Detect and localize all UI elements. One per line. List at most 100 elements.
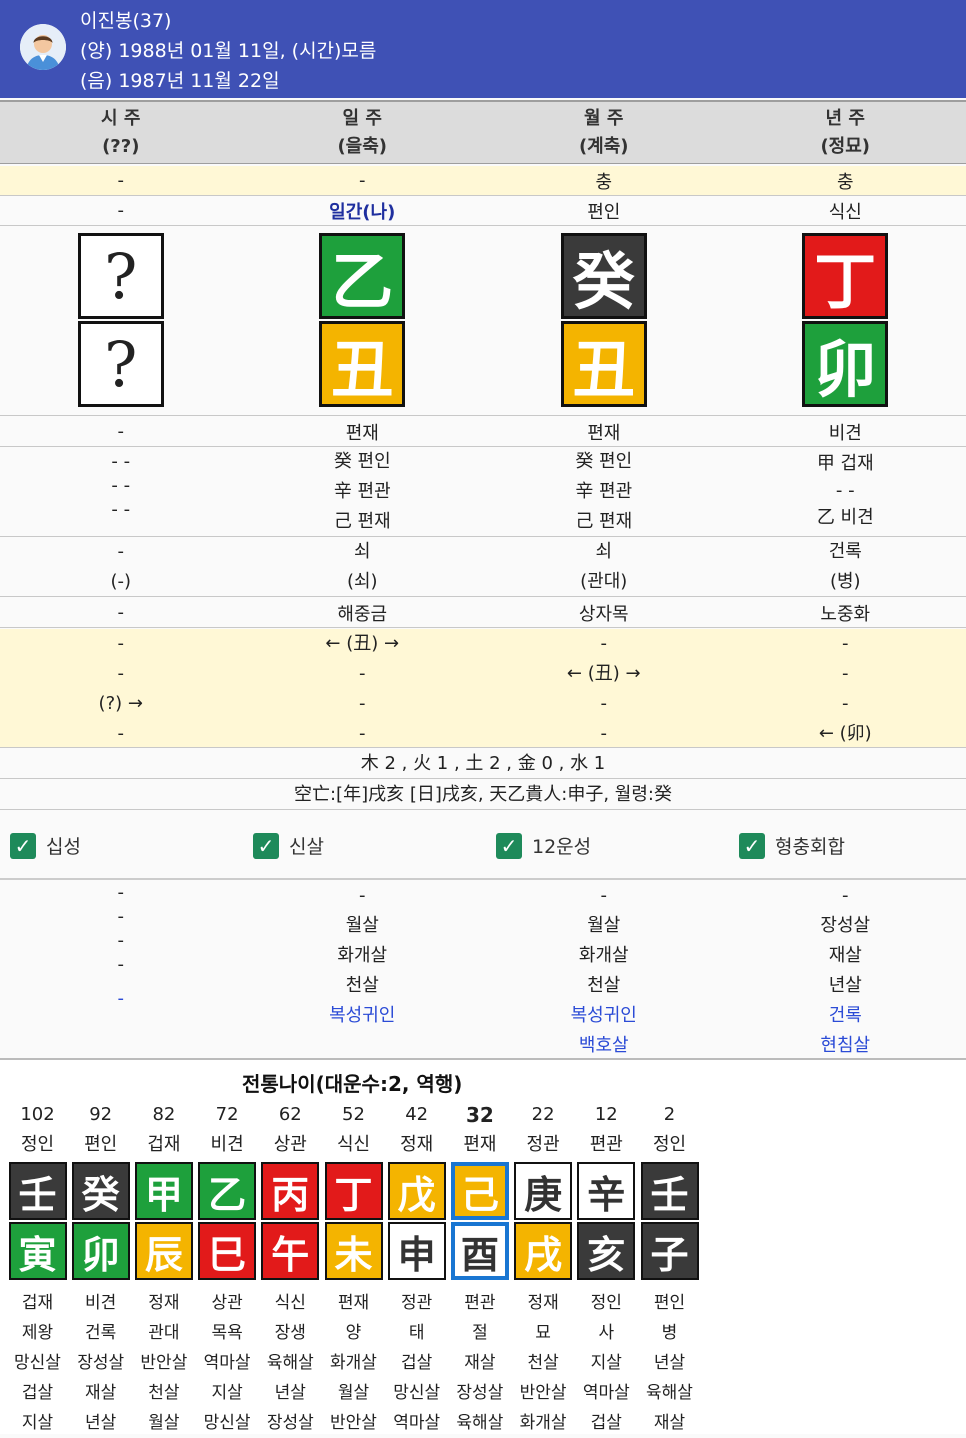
daeun-age: 32 <box>448 1100 511 1130</box>
daeun-branch-tile[interactable]: 卯 <box>72 1222 130 1280</box>
daeun-tengod-bottom: 편재 <box>322 1288 385 1318</box>
clash-row: - - 충 충 <box>0 166 966 196</box>
daeun-stem-tile[interactable]: 甲 <box>135 1162 193 1220</box>
relation-item: ← (丑) → <box>483 659 725 689</box>
daeun-age: 12 <box>575 1100 638 1130</box>
daeun-column[interactable]: 82겁재甲辰정재관대반안살천살월살 <box>132 1100 195 1438</box>
daeun-stem-tile[interactable]: 丙 <box>261 1162 319 1220</box>
daeun-column[interactable]: 52식신丁未편재양화개살월살반안살 <box>322 1100 385 1438</box>
daeun-column[interactable]: 22정관庚戌정재묘천살반안살화개살 <box>512 1100 575 1438</box>
daeun-age: 22 <box>512 1100 575 1130</box>
unseong-cell: 쇠(쇠) <box>242 537 484 596</box>
year-stem-tile[interactable]: 丁 <box>802 233 888 319</box>
pillar-sub: (??) <box>0 133 242 161</box>
relations-row: - - (?) → - ← (丑) → - - - - ← (丑) → - - … <box>0 629 966 748</box>
daeun-age: 42 <box>385 1100 448 1130</box>
daeun-stem-tile[interactable]: 辛 <box>577 1162 635 1220</box>
daeun-branch-tile[interactable]: 子 <box>641 1222 699 1280</box>
daeun-stem-tile[interactable]: 丁 <box>325 1162 383 1220</box>
daeun-stem-tile[interactable]: 壬 <box>9 1162 67 1220</box>
sinsal-item: 화개살 <box>242 941 484 971</box>
daeun-branch-tile[interactable]: 亥 <box>577 1222 635 1280</box>
unseong-value: 쇠 <box>483 537 725 567</box>
daeun-branch-tile[interactable]: 午 <box>261 1222 319 1280</box>
pillar-header[interactable]: 일 주(을축) <box>242 102 484 163</box>
daeun-column[interactable]: 102정인壬寅겁재제왕망신살겁살지살 <box>6 1100 69 1438</box>
checkbox-sinsal[interactable]: ✓신살 <box>253 832 324 859</box>
daeun-tengod-top: 정재 <box>385 1130 448 1160</box>
hidden-stems-cell: 甲 겁재 - - 乙 비견 <box>725 447 966 536</box>
checkbox-unseong[interactable]: ✓12운성 <box>496 832 591 859</box>
pillar-header[interactable]: 월 주(계축) <box>483 102 725 163</box>
unseong-sub: (쇠) <box>242 567 484 597</box>
daeun-column[interactable]: 32편재己酉편관절재살장성살육해살 <box>448 1100 511 1438</box>
tengod-cell: 편재 <box>483 417 725 446</box>
daeun-title: 전통나이(대운수:2, 역행) <box>242 1068 462 1097</box>
hour-branch-tile[interactable]: ? <box>78 321 164 407</box>
hidden-stem: 乙 비견 <box>725 504 966 531</box>
relation-item: - <box>483 719 725 749</box>
day-stem-tile[interactable]: 乙 <box>319 233 405 319</box>
daeun-branch-tile[interactable]: 巳 <box>198 1222 256 1280</box>
daeun-branch-tile[interactable]: 申 <box>388 1222 446 1280</box>
daeun-column[interactable]: 92편인癸卯비견건록장성살재살년살 <box>69 1100 132 1438</box>
sinsal-item: - <box>0 929 242 953</box>
sinsal-item: 장성살 <box>725 911 966 941</box>
pillar-title: 년 주 <box>725 105 966 133</box>
hour-stem-tile[interactable]: ? <box>78 233 164 319</box>
checkbox-relations[interactable]: ✓형충회합 <box>739 832 845 859</box>
daeun-tengod-bottom: 편인 <box>638 1288 701 1318</box>
pillar-sub: (을축) <box>242 133 484 161</box>
relations-cell: - - (?) → - <box>0 629 242 747</box>
unseong-sub: (-) <box>0 567 242 597</box>
daeun-column[interactable]: 2정인壬子편인병년살육해살재살 <box>638 1100 701 1438</box>
tengod-cell: 비견 <box>725 417 966 446</box>
daeun-branch-tile[interactable]: 戌 <box>514 1222 572 1280</box>
daeun-stem-tile[interactable]: 己 <box>451 1162 509 1220</box>
daeun-stem-tile[interactable]: 乙 <box>198 1162 256 1220</box>
daeun-branch-tile[interactable]: 未 <box>325 1222 383 1280</box>
daeun-stem-tile[interactable]: 戊 <box>388 1162 446 1220</box>
checkbox-sipseong[interactable]: ✓십성 <box>10 832 81 859</box>
daeun-branch-tile[interactable]: 辰 <box>135 1222 193 1280</box>
pillar-sub: (계축) <box>483 133 725 161</box>
tengod-cell: 편인 <box>483 196 725 225</box>
daeun-branch-tile[interactable]: 寅 <box>9 1222 67 1280</box>
relation-item: (?) → <box>0 689 242 719</box>
daeun-tengod-top: 상관 <box>259 1130 322 1160</box>
daeun-stem-tile[interactable]: 癸 <box>72 1162 130 1220</box>
hidden-stem: - - <box>0 450 242 474</box>
relation-item: - <box>242 659 484 689</box>
daeun-column[interactable]: 12편관辛亥정인사지살역마살겁살 <box>575 1100 638 1438</box>
month-stem-tile[interactable]: 癸 <box>561 233 647 319</box>
daeun-column[interactable]: 72비견乙巳상관목욕역마살지살망신살 <box>196 1100 259 1438</box>
checkbox-label: 십성 <box>46 832 81 859</box>
napeum-row: - 해중금 상자목 노중화 <box>0 598 966 628</box>
daeun-sinsal: 육해살 <box>259 1348 322 1378</box>
daeun-tengod-bottom: 상관 <box>196 1288 259 1318</box>
daeun-branch-tile[interactable]: 酉 <box>451 1222 509 1280</box>
daeun-tengod-bottom: 편관 <box>448 1288 511 1318</box>
pillar-header[interactable]: 년 주(정묘) <box>725 102 966 163</box>
daeun-tengod-bottom: 정관 <box>385 1288 448 1318</box>
daeun-age: 2 <box>638 1100 701 1130</box>
daeun-tengod-top: 편관 <box>575 1130 638 1160</box>
hidden-stems-cell: 癸 편인 辛 편관 己 편재 <box>483 447 725 536</box>
daeun-column[interactable]: 62상관丙午식신장생육해살년살장성살 <box>259 1100 322 1438</box>
sinsal-item: 복성귀인 <box>242 1001 484 1031</box>
day-branch-tile[interactable]: 丑 <box>319 321 405 407</box>
relation-item: - <box>483 689 725 719</box>
clash-cell: 충 <box>483 166 725 195</box>
avatar[interactable] <box>20 24 66 70</box>
month-branch-tile[interactable]: 丑 <box>561 321 647 407</box>
daeun-sinsal: 장성살 <box>448 1378 511 1408</box>
pillar-title: 일 주 <box>242 105 484 133</box>
daeun-stem-tile[interactable]: 庚 <box>514 1162 572 1220</box>
daeun-column[interactable]: 42정재戊申정관태겁살망신살역마살 <box>385 1100 448 1438</box>
daeun-unseong: 관대 <box>132 1318 195 1348</box>
pillar-tiles-row: ? ? 乙 丑 癸 丑 丁 卯 <box>0 226 966 416</box>
year-branch-tile[interactable]: 卯 <box>802 321 888 407</box>
daeun-stem-tile[interactable]: 壬 <box>641 1162 699 1220</box>
pillar-header[interactable]: 시 주(??) <box>0 102 242 163</box>
daeun-sinsal: 역마살 <box>575 1378 638 1408</box>
